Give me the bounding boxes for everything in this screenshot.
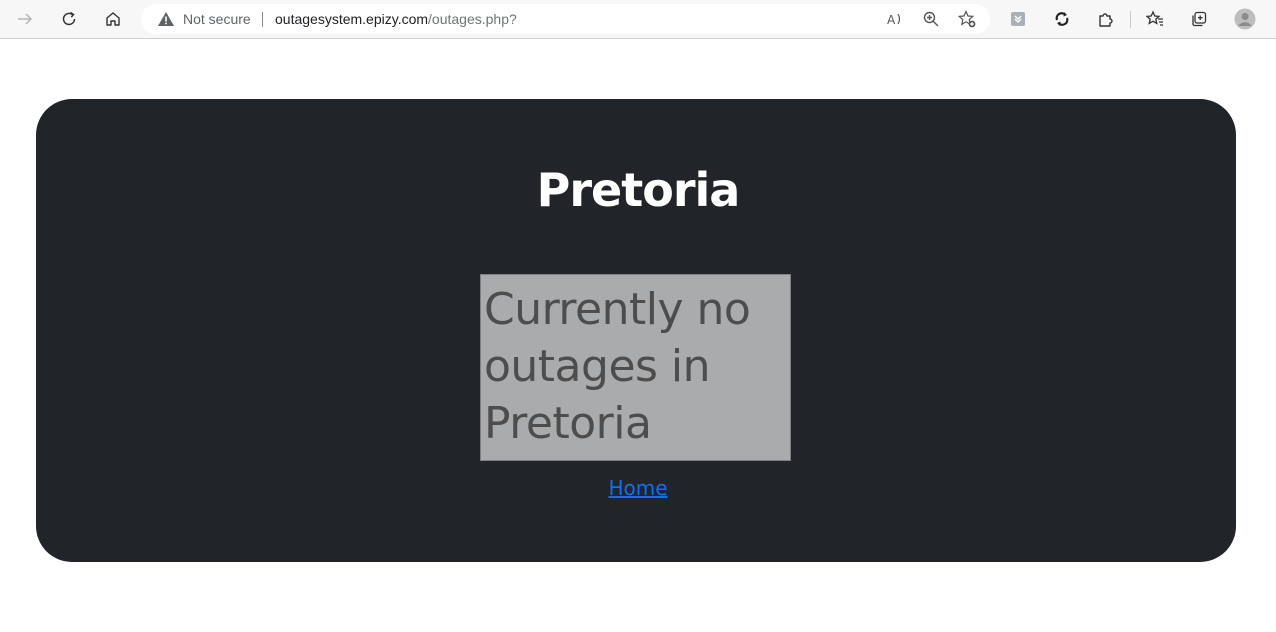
sync-extension-icon — [1055, 12, 1069, 26]
warning-icon — [158, 12, 174, 26]
zoom-icon[interactable] — [922, 10, 940, 28]
url-path: /outages.php? — [428, 11, 517, 27]
home-button[interactable] — [99, 5, 127, 33]
page-title: Pretoria — [536, 163, 741, 217]
security-status[interactable]: Not secure — [183, 10, 251, 28]
refresh-button[interactable] — [55, 5, 83, 33]
shield-extension-button[interactable] — [1004, 5, 1032, 33]
profile-button[interactable] — [1231, 5, 1259, 33]
arrow-right-icon — [18, 13, 33, 25]
collections-button[interactable] — [1185, 5, 1213, 33]
home-icon — [106, 12, 120, 26]
url-host: outagesystem.epizy.com — [275, 11, 429, 27]
address-divider — [262, 12, 263, 27]
read-aloud-icon[interactable]: A — [886, 10, 904, 28]
back-button[interactable] — [11, 5, 39, 33]
home-link[interactable]: Home — [0, 475, 1276, 501]
favorites-icon — [1146, 10, 1163, 26]
favorites-button[interactable] — [1141, 5, 1169, 33]
profile-icon — [1234, 8, 1256, 30]
refresh-icon — [62, 11, 76, 26]
extensions-button[interactable] — [1092, 5, 1120, 33]
notice-text: Currently no outages in Pretoria — [484, 284, 751, 449]
outage-notice: Currently no outages in Pretoria — [480, 274, 791, 461]
collections-icon — [1192, 11, 1207, 27]
svg-text:A: A — [887, 13, 896, 27]
puzzle-icon — [1099, 13, 1113, 27]
url-text[interactable]: outagesystem.epizy.com/outages.php? — [275, 10, 517, 28]
sync-extension-button[interactable] — [1048, 5, 1076, 33]
browser-toolbar: Not secure outagesystem.epizy.com/outage… — [0, 0, 1276, 39]
toolbar-divider — [1130, 11, 1131, 28]
address-bar[interactable]: Not secure outagesystem.epizy.com/outage… — [141, 4, 990, 34]
shield-extension-icon — [1011, 12, 1025, 26]
add-favorite-icon[interactable] — [958, 10, 976, 28]
